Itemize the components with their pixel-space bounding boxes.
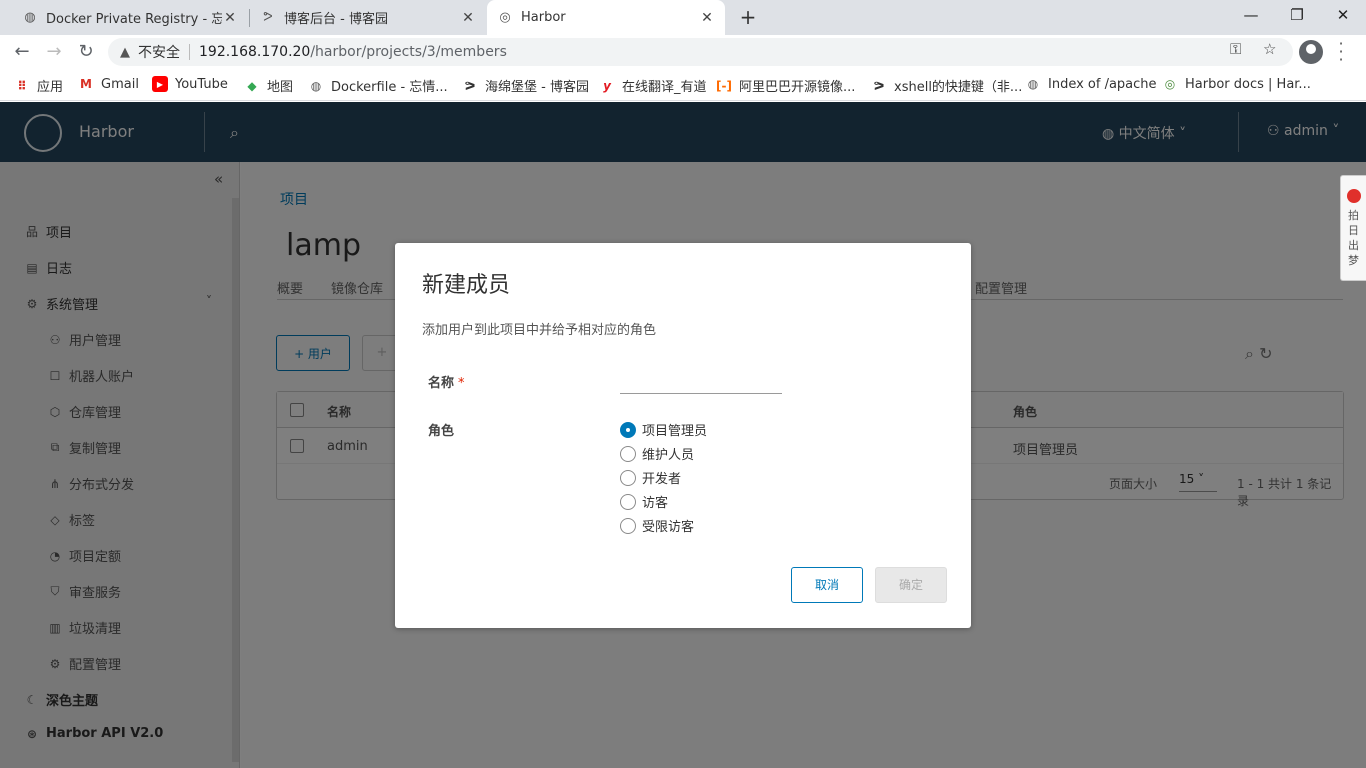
aliyun-icon: [-] [716, 78, 732, 93]
cnblogs-icon: ᕗ [464, 78, 476, 93]
dialog-title: 新建成员 [422, 273, 511, 298]
browser-toolbar: ← → ↻ ▲ 不安全 192.168.170.20/harbor/projec… [0, 35, 1366, 69]
role-option-label: 受限访客 [642, 520, 695, 535]
role-option-label: 访客 [642, 496, 669, 511]
close-window-button[interactable]: ✕ [1320, 0, 1366, 30]
bookmark-aliyun[interactable]: [-] 阿里巴巴开源镜像... [716, 76, 856, 96]
role-option-label: 维护人员 [642, 448, 695, 463]
close-icon[interactable]: ✕ [699, 10, 715, 26]
tab-title: Harbor [521, 10, 566, 25]
bookmark-harbor-docs[interactable]: ◎ Harbor docs | Har... [1162, 76, 1311, 92]
profile-avatar[interactable] [1299, 40, 1323, 64]
browser-menu-icon[interactable]: · · · [1336, 36, 1346, 68]
required-marker: * [458, 376, 465, 391]
radio-icon[interactable] [620, 469, 636, 486]
restore-button[interactable]: ❐ [1274, 0, 1320, 30]
bookmark-youtube[interactable]: ▶ YouTube [152, 76, 228, 92]
bookmark-apps[interactable]: ⠿ 应用 [14, 76, 64, 96]
url-path: /harbor/projects/3/members [310, 44, 507, 60]
tab-title: 博客后台 - 博客园 [284, 12, 388, 27]
bookmark-label: 海绵堡堡 - 博客园 [485, 80, 589, 95]
maps-icon: ◆ [247, 78, 257, 93]
bookmark-maps[interactable]: ◆ 地图 [244, 76, 294, 96]
bookmark-label: Gmail [101, 76, 139, 92]
bookmark-apache-index[interactable]: ◍ Index of /apache [1025, 76, 1157, 92]
key-icon[interactable]: ⚿ [1230, 40, 1241, 58]
url-text[interactable]: 192.168.170.20/harbor/projects/3/members [199, 44, 507, 60]
bookmark-dockerfile[interactable]: ◍ Dockerfile - 忘情... [308, 76, 448, 96]
radio-icon[interactable] [620, 517, 636, 534]
bookmark-gmail[interactable]: M Gmail [78, 76, 139, 92]
radio-selected-icon[interactable] [620, 421, 636, 438]
reload-button[interactable]: ↻ [74, 40, 98, 64]
bookmark-label: Index of /apache [1048, 76, 1157, 92]
dialog-description: 添加用户到此项目中并给予相对应的角色 [422, 323, 657, 338]
star-icon[interactable]: ☆ [1263, 40, 1276, 58]
globe-icon: ◍ [310, 78, 322, 93]
bookmark-label: 阿里巴巴开源镜像... [739, 80, 856, 95]
browser-tab-harbor[interactable]: ◎ Harbor ✕ [487, 0, 725, 35]
role-option-label: 项目管理员 [642, 424, 708, 439]
bookmark-label: YouTube [175, 76, 228, 92]
role-option-label: 开发者 [642, 472, 682, 487]
minimize-button[interactable]: — [1228, 0, 1274, 30]
cnblogs-icon: ᕗ [873, 78, 885, 93]
radio-icon[interactable] [620, 493, 636, 510]
tab-title: Docker Private Registry - 忘情 [46, 12, 222, 27]
role-option-maintainer[interactable]: 维护人员 [620, 444, 694, 463]
close-icon[interactable]: ✕ [222, 10, 238, 26]
youdao-icon: y [603, 78, 611, 93]
bookmark-youdao[interactable]: y 在线翻译_有道 [599, 76, 707, 96]
globe-icon: ◍ [1027, 77, 1039, 91]
bookmark-xshell[interactable]: ᕗ xshell的快捷键（非... [871, 76, 1023, 96]
harbor-icon: ◎ [499, 10, 511, 25]
apps-grid-icon: ⠿ [17, 78, 27, 93]
gmail-icon: M [80, 77, 92, 91]
new-tab-button[interactable]: + [737, 5, 759, 29]
youtube-icon: ▶ [152, 76, 168, 92]
role-option-guest[interactable]: 访客 [620, 492, 668, 511]
security-label[interactable]: 不安全 [138, 42, 180, 62]
role-option-project-admin[interactable]: 项目管理员 [620, 420, 707, 439]
harbor-icon: ◎ [1164, 77, 1176, 91]
radio-icon[interactable] [620, 445, 636, 462]
omnibox-divider [189, 44, 190, 60]
role-label: 角色 [428, 424, 455, 439]
browser-tab-docker-registry[interactable]: ◍ Docker Private Registry - 忘情 ✕ [12, 0, 248, 35]
side-widget-label: 拍日出梦 [1348, 209, 1359, 267]
new-member-dialog: 新建成员 添加用户到此项目中并给予相对应的角色 名称 * 角色 项目管理员 维护人… [395, 243, 971, 628]
back-button[interactable]: ← [10, 40, 34, 64]
name-label: 名称 * [428, 372, 465, 391]
bookmark-label: Dockerfile - 忘情... [331, 80, 448, 95]
bookmarks-bar: ⠿ 应用 M Gmail ▶ YouTube ◆ 地图 ◍ Dockerfile - 忘情… [0, 69, 1366, 101]
browser-tab-blog-admin[interactable]: ᕗ 博客后台 - 博客园 ✕ [250, 0, 486, 35]
cancel-button[interactable]: 取消 [791, 567, 863, 603]
warning-icon: ▲ [120, 44, 130, 60]
confirm-button[interactable]: 确定 [875, 567, 947, 603]
record-dot-icon [1347, 189, 1361, 203]
bookmark-label: 在线翻译_有道 [622, 80, 707, 95]
cnblogs-icon: ᕗ [263, 10, 273, 25]
bookmark-cnblogs[interactable]: ᕗ 海绵堡堡 - 博客园 [462, 76, 589, 96]
bookmark-label: 地图 [267, 80, 294, 95]
side-widget[interactable]: 拍日出梦 [1340, 175, 1366, 281]
browser-tab-bar: ◍ Docker Private Registry - 忘情 ✕ ᕗ 博客后台 … [0, 0, 1366, 35]
forward-button[interactable]: → [42, 40, 66, 64]
globe-icon: ◍ [24, 10, 36, 25]
role-option-limited-guest[interactable]: 受限访客 [620, 516, 694, 535]
url-host: 192.168.170.20 [199, 44, 311, 60]
bookmark-label: 应用 [37, 80, 64, 95]
role-option-developer[interactable]: 开发者 [620, 468, 681, 487]
name-label-text: 名称 [428, 376, 455, 391]
address-bar[interactable]: ▲ 不安全 192.168.170.20/harbor/projects/3/m… [108, 38, 1293, 66]
bookmark-label: xshell的快捷键（非... [894, 80, 1023, 95]
member-name-input[interactable] [620, 370, 782, 394]
close-icon[interactable]: ✕ [460, 10, 476, 26]
bookmark-label: Harbor docs | Har... [1185, 76, 1311, 92]
